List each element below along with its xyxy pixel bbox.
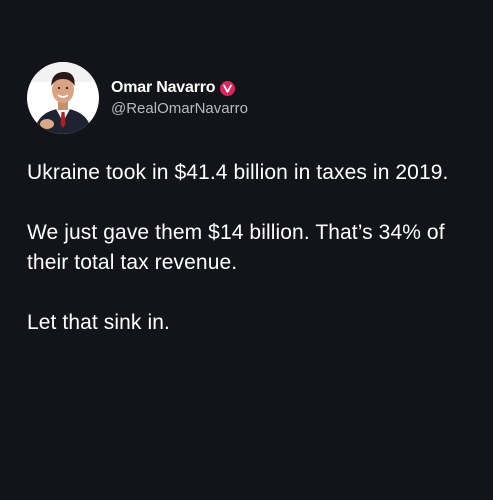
avatar[interactable] xyxy=(27,62,99,134)
tweet-card: Omar Navarro @RealOmarNavarro Ukraine to… xyxy=(0,0,493,500)
tweet-paragraph: Ukraine took in $41.4 billion in taxes i… xyxy=(27,161,449,184)
profile-photo-image xyxy=(27,62,99,134)
display-name[interactable]: Omar Navarro xyxy=(111,79,216,97)
tweet-text: Ukraine took in $41.4 billion in taxes i… xyxy=(27,158,477,368)
user-handle[interactable]: @RealOmarNavarro xyxy=(111,100,248,117)
name-row: Omar Navarro xyxy=(111,79,248,97)
verified-badge-icon xyxy=(220,80,236,96)
tweet-header: Omar Navarro @RealOmarNavarro xyxy=(27,62,248,134)
name-block: Omar Navarro @RealOmarNavarro xyxy=(111,79,248,117)
tweet-paragraph: Let that sink in. xyxy=(27,311,170,334)
verified-v-glyph xyxy=(223,84,233,93)
tweet-paragraph: We just gave them $14 billion. That’s 34… xyxy=(27,221,445,274)
